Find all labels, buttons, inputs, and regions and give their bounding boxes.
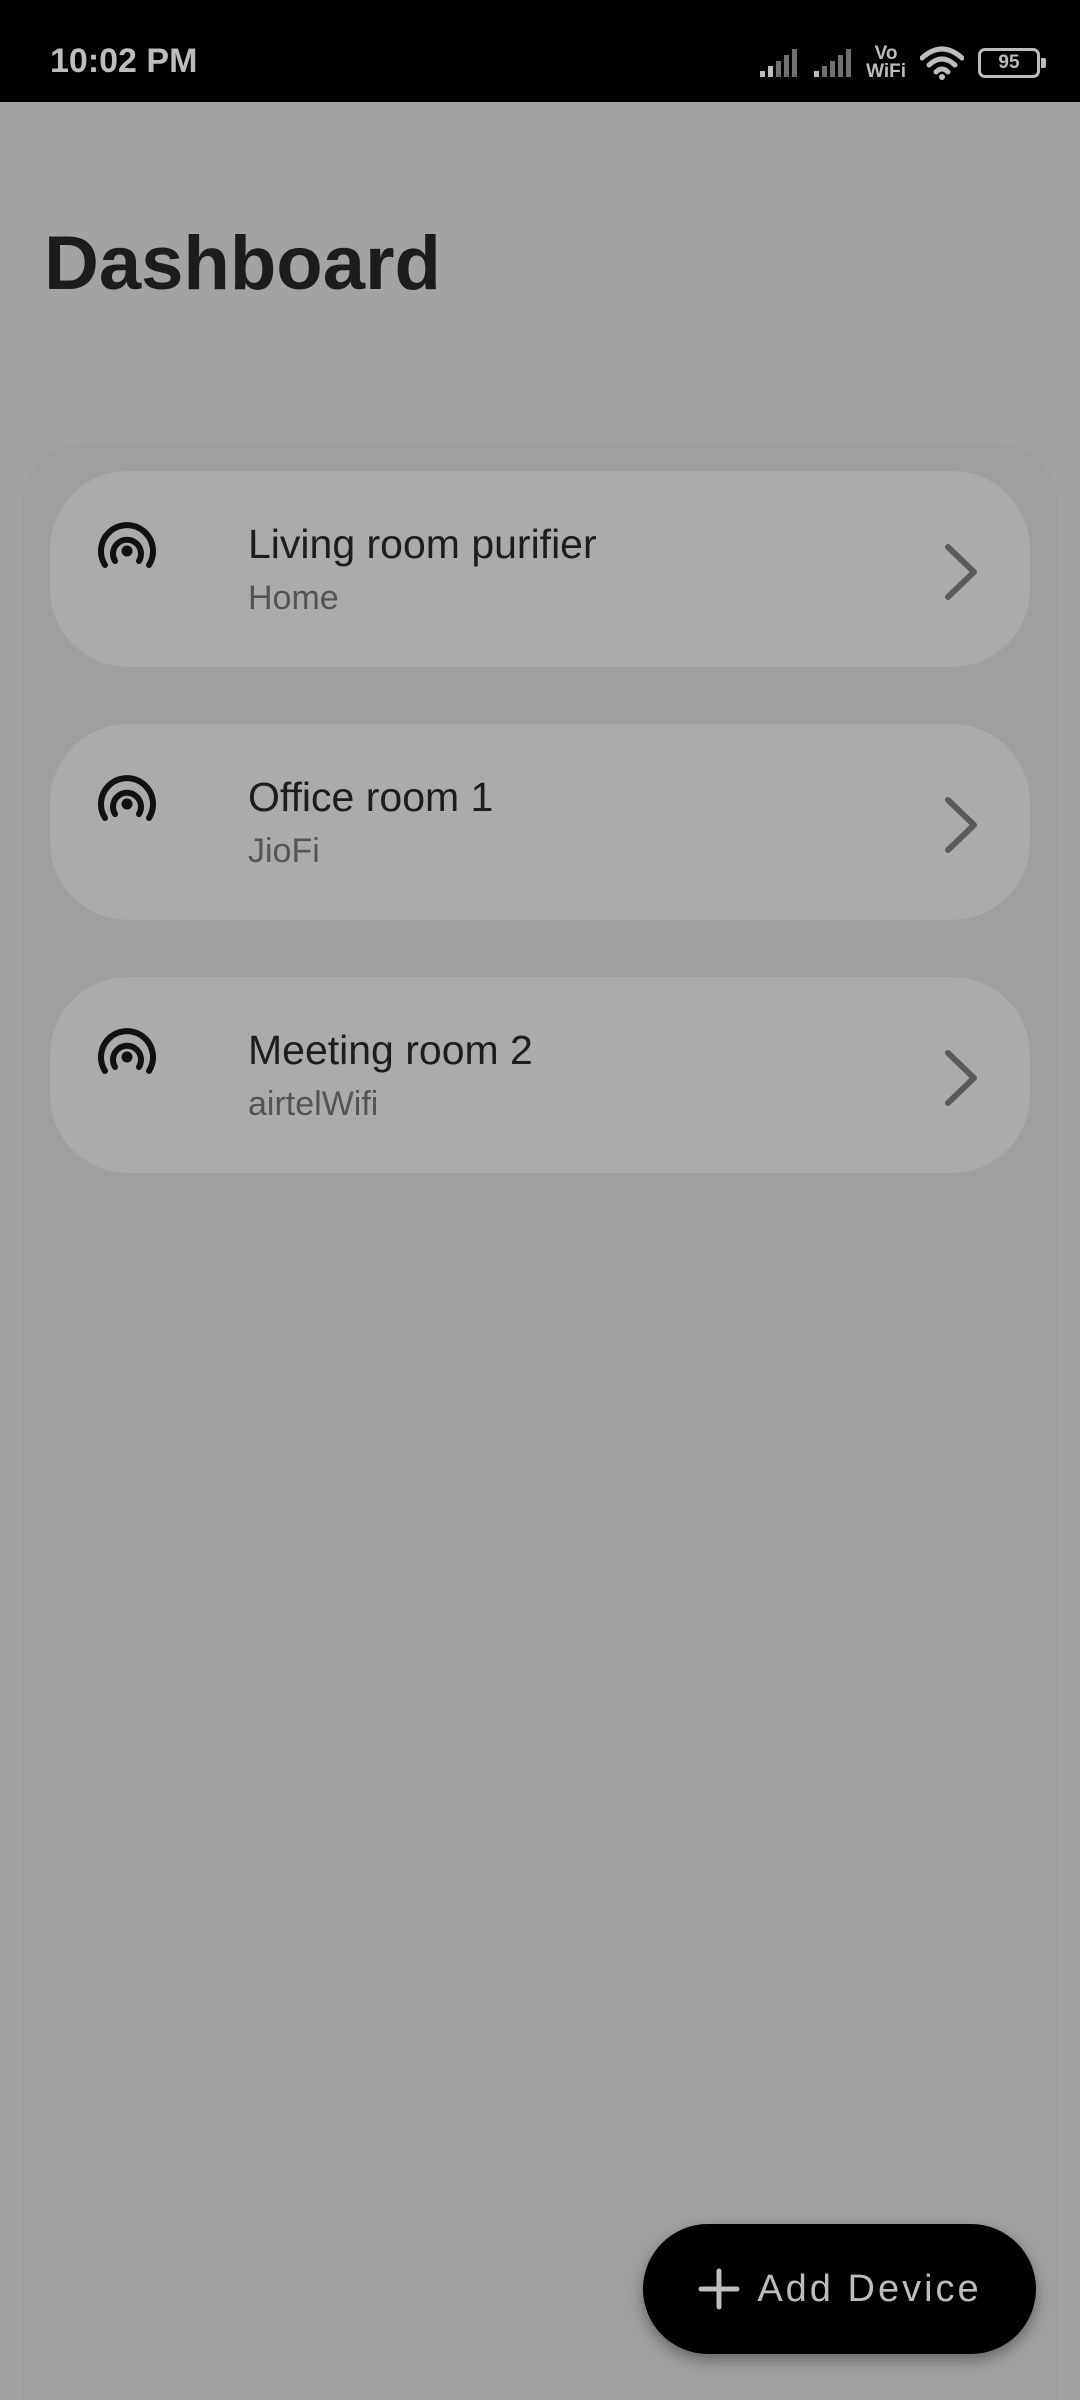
vowifi-bottom: WiFi bbox=[866, 61, 906, 82]
device-name: Office room 1 bbox=[248, 774, 494, 820]
add-device-label: Add Device bbox=[757, 2267, 982, 2310]
chevron-right-icon bbox=[945, 1050, 977, 1106]
device-card-living-room[interactable]: Living room purifier Home bbox=[50, 471, 1030, 667]
status-bar: 10:02 PM Vo WiFi 95 bbox=[0, 0, 1080, 102]
device-network: JioFi bbox=[248, 832, 320, 870]
status-time: 10:02 PM bbox=[50, 42, 198, 80]
add-device-button[interactable]: Add Device bbox=[643, 2224, 1036, 2354]
status-icons: Vo WiFi 95 bbox=[758, 40, 1046, 86]
sensors-icon bbox=[98, 1028, 156, 1074]
device-network: airtelWifi bbox=[248, 1085, 379, 1123]
chevron-right-icon bbox=[945, 544, 977, 600]
signal-icon-2 bbox=[814, 49, 852, 77]
battery-level: 95 bbox=[998, 52, 1020, 73]
vowifi-icon: Vo WiFi bbox=[866, 44, 906, 82]
signal-icon bbox=[760, 49, 798, 77]
device-network: Home bbox=[248, 579, 339, 617]
sensors-icon bbox=[98, 522, 156, 568]
device-name: Living room purifier bbox=[248, 521, 597, 567]
device-card-office-room[interactable]: Office room 1 JioFi bbox=[50, 724, 1030, 920]
battery-icon: 95 bbox=[978, 48, 1046, 78]
page-title: Dashboard bbox=[44, 221, 441, 306]
sensors-icon bbox=[98, 775, 156, 821]
device-card-meeting-room[interactable]: Meeting room 2 airtelWifi bbox=[50, 977, 1030, 1173]
add-icon bbox=[698, 2268, 740, 2310]
device-name: Meeting room 2 bbox=[248, 1027, 533, 1073]
wifi-icon bbox=[920, 46, 964, 80]
chevron-right-icon bbox=[945, 797, 977, 853]
